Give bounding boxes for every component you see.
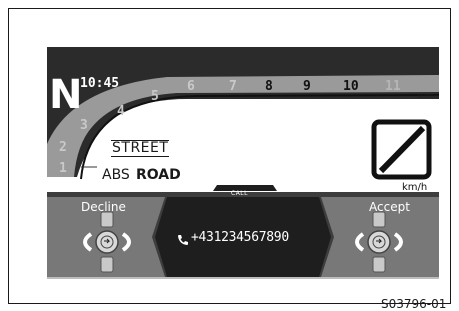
rpm-tick-7: 7 bbox=[229, 79, 237, 94]
clock: 10:45 bbox=[80, 76, 120, 91]
rpm-tick-11: 11 bbox=[385, 79, 401, 94]
rpm-unit: x1000rpm bbox=[418, 94, 439, 100]
rpm-tick-3: 3 bbox=[80, 118, 88, 133]
call-label: CALL bbox=[231, 190, 248, 197]
rpm-tick-2: 2 bbox=[59, 140, 67, 155]
ride-mode: STREET bbox=[111, 140, 170, 157]
figure-frame: N 10:45 1 2 3 4 5 6 7 8 9 10 11 x1000rpm… bbox=[8, 8, 451, 311]
bottom-strip bbox=[47, 277, 439, 279]
gear-indicator: N bbox=[49, 72, 83, 118]
accept-label[interactable]: Accept bbox=[369, 200, 410, 214]
dashboard-display: N 10:45 1 2 3 4 5 6 7 8 9 10 11 x1000rpm… bbox=[47, 47, 439, 279]
rpm-tick-4: 4 bbox=[117, 104, 125, 119]
caller-phone-number: +431234567890 bbox=[191, 230, 289, 245]
abs-mode: ROAD bbox=[136, 167, 181, 183]
top-band bbox=[47, 47, 439, 75]
rpm-tick-6: 6 bbox=[187, 79, 195, 94]
decline-label[interactable]: Decline bbox=[81, 200, 126, 214]
rpm-tick-10: 10 bbox=[343, 79, 359, 94]
rpm-tick-8: 8 bbox=[265, 79, 273, 94]
rpm-tick-1: 1 bbox=[59, 161, 67, 176]
speed-unit: km/h bbox=[402, 182, 428, 193]
rpm-tick-9: 9 bbox=[303, 79, 311, 94]
rpm-tick-5: 5 bbox=[151, 89, 159, 104]
abs-label: ABS bbox=[102, 167, 130, 183]
phone-handset-icon bbox=[178, 235, 188, 245]
figure-id: S03796-01 bbox=[381, 297, 447, 311]
